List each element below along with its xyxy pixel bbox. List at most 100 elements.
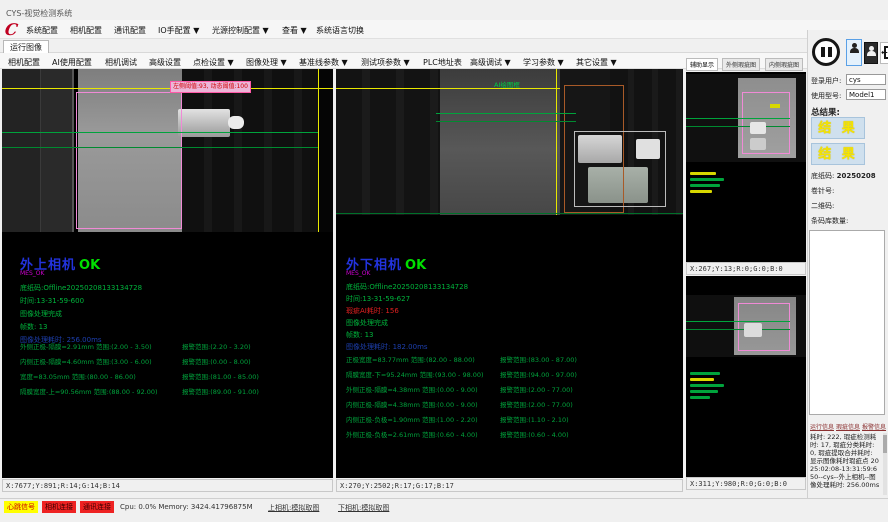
menu-light-config[interactable]: 光源控制配置 ▼: [212, 25, 269, 36]
measurement-row: 内侧正极-负极=1.90mm 范围:(1.00 - 2.20) 报警范围:(1.…: [336, 414, 683, 424]
result-box-lower: 结 果: [811, 143, 865, 165]
tiny-text-line: [690, 396, 710, 399]
measurement-alarm: 报警范围:(83.00 - 87.00): [500, 354, 577, 364]
pause-button[interactable]: [812, 38, 840, 66]
right-time: 时间:13-31-59-627: [346, 294, 410, 304]
lower-camera-mode[interactable]: 下相机:模拟取图: [338, 503, 389, 513]
yellow-guide-vline: [318, 69, 319, 232]
tool-other-config[interactable]: 其它设置 ▼: [576, 57, 617, 68]
tool-spot-check[interactable]: 点检设置 ▼: [193, 57, 234, 68]
aux-bottom-image: [686, 295, 806, 357]
tool-camera-config[interactable]: 相机配置: [8, 57, 40, 68]
tool-plc-table[interactable]: PLC地址表: [423, 57, 462, 68]
measurement-alarm: 报警范围:(2.20 - 3.20): [182, 341, 251, 351]
aux-tab-inner[interactable]: 内侧瑕疵图: [765, 58, 803, 71]
right-paper-code: 底纸码:Offline20250208133134728: [346, 282, 468, 292]
right-ok-badge: OK: [405, 258, 426, 273]
aux-top-view[interactable]: [686, 72, 806, 262]
yellow-guide-hline: [336, 88, 560, 89]
tool-advanced-config[interactable]: 高级设置: [149, 57, 181, 68]
measurement-alarm: 报警范围:(0.60 - 4.00): [500, 429, 569, 439]
login-user-field[interactable]: cys: [846, 74, 886, 85]
left-view-statusbar: X:7677;Y:891;R:14;G:14;B:14: [2, 479, 333, 492]
menu-language-switch[interactable]: 系统语言切换: [316, 25, 364, 36]
measurement-value: 外侧正极-隔膜=2.91mm 范围:(2.00 - 3.50): [20, 341, 152, 351]
comm-link-badge: 通讯连接: [80, 501, 114, 513]
measurement-value: 正极宽度=83.77mm 范围:(82.00 - 88.00): [346, 354, 475, 364]
heartbeat-badge: 心跳信号: [4, 501, 38, 513]
right-process-done: 图像处理完成: [346, 318, 388, 328]
result-box-upper: 结 果: [811, 117, 865, 139]
title-bar: CYS-视觉检测系统: [0, 0, 888, 20]
left-time: 时间:13-31-59-600: [20, 296, 84, 306]
aux-bottom-statusbar: X:311;Y:980;R:0;G:0;B:0: [686, 477, 806, 490]
tiny-text-line: [690, 190, 712, 193]
tiny-text-line: [690, 384, 724, 387]
logout-button[interactable]: ←: [880, 42, 888, 64]
right-view-statusbar: X:270;Y:2502;R:17;G:17;B:17: [336, 479, 683, 492]
menu-bar: C 系统配置 相机配置 通讯配置 IO手配置 ▼ 光源控制配置 ▼ 查看 ▼ 系…: [0, 20, 888, 39]
measurement-alarm: 报警范围:(81.00 - 85.00): [182, 371, 259, 381]
baseline-green-2: [436, 121, 576, 122]
aux-top-statusbar: X:267;Y:13;R:0;G:0;B:0: [686, 262, 806, 275]
menu-system-config[interactable]: 系统配置: [26, 25, 58, 36]
baseline-green-1: [436, 113, 576, 114]
pause-icon: [821, 47, 825, 57]
info-tab-alarm[interactable]: 报警信息: [862, 422, 886, 431]
right-camera-view[interactable]: AI绘图框 外下相机OK MES_OK 底纸码:Offline202502081…: [336, 69, 683, 478]
left-camera-view[interactable]: 左侧阈值:93, 动态阈值:100 外上相机OK MES_OK 底纸码:Offl…: [2, 69, 333, 478]
info-tab-defect[interactable]: 瑕疵信息: [836, 422, 860, 431]
tool-camera-debug[interactable]: 相机调试: [105, 57, 137, 68]
measurement-value: 隔膜宽度-下=95.24mm 范围:(93.00 - 98.00): [346, 369, 484, 379]
tool-baseline-params[interactable]: 基准线参数 ▼: [299, 57, 348, 68]
admin-user-button[interactable]: [864, 42, 878, 64]
aux-tab-strip: 辅助显示 外侧瑕疵图 内侧瑕疵图: [686, 56, 806, 70]
tool-image-process[interactable]: 图像处理 ▼: [246, 57, 287, 68]
right-camera-image: AI绘图框: [336, 69, 683, 215]
baseline-green-2: [2, 147, 318, 148]
aux-bottom-view[interactable]: [686, 276, 806, 477]
measurement-row: 外侧正极-隔膜=4.38mm 范围:(0.00 - 9.00) 报警范围:(2.…: [336, 384, 683, 394]
baseline-green-bottom: [336, 213, 683, 214]
measurement-alarm: 报警范围:(2.00 - 77.00): [500, 399, 573, 409]
info-tab-run[interactable]: 运行信息: [810, 422, 834, 431]
barcode-count-label: 条码库数量:: [811, 216, 848, 226]
aux-tab-outer[interactable]: 外侧瑕疵图: [722, 58, 760, 71]
measurement-alarm: 报警范围:(2.00 - 77.00): [500, 384, 573, 394]
camera-link-badge: 相机连接: [42, 501, 76, 513]
user-icon: [850, 43, 858, 51]
tiny-text-line: [690, 172, 716, 175]
upper-camera-mode[interactable]: 上相机:模拟取图: [268, 503, 319, 513]
window-statusbar: 心跳信号 相机连接 通讯连接 Cpu: 0.0% Memory: 3424.41…: [0, 498, 888, 515]
menu-camera-config[interactable]: 相机配置: [70, 25, 102, 36]
paper-code-label: 底纸码: 20250208: [811, 171, 876, 181]
tool-ai-config[interactable]: AI使用配置: [52, 57, 92, 68]
tool-advanced-debug[interactable]: 高级调试 ▼: [470, 57, 511, 68]
operator-user-button[interactable]: [846, 39, 862, 66]
paper-code-value: 20250208: [837, 172, 876, 180]
model-field[interactable]: Model1: [846, 89, 886, 100]
cpu-memory-text: Cpu: 0.0% Memory: 3424.41796875M: [120, 503, 253, 511]
menu-comm-config[interactable]: 通讯配置: [114, 25, 146, 36]
measurement-value: 外侧正极-隔膜=4.38mm 范围:(0.00 - 9.00): [346, 384, 478, 394]
measurement-row: 内侧正极-隔膜=4.60mm 范围:(3.00 - 6.00) 报警范围:(0.…: [2, 356, 333, 366]
threshold-overlay-label: 左侧阈值:93, 动态阈值:100: [170, 81, 251, 93]
measurement-row: 宽度=83.05mm 范围:(80.00 - 86.00) 报警范围:(81.0…: [2, 371, 333, 381]
left-ok-badge: OK: [79, 258, 100, 273]
measurement-row: 外侧正极-隔膜=2.91mm 范围:(2.00 - 3.50) 报警范围:(2.…: [2, 341, 333, 351]
measurement-row: 隔膜宽度-下=95.24mm 范围:(93.00 - 98.00) 报警范围:(…: [336, 369, 683, 379]
log-scrollbar[interactable]: [883, 433, 887, 495]
measurement-row: 正极宽度=83.77mm 范围:(82.00 - 88.00) 报警范围:(83…: [336, 354, 683, 364]
menu-view[interactable]: 查看 ▼: [282, 25, 307, 36]
tool-learn-params[interactable]: 学习参数 ▼: [523, 57, 564, 68]
measurement-value: 内侧正极-隔膜=4.60mm 范围:(3.00 - 6.00): [20, 356, 152, 366]
measurement-alarm: 报警范围:(94.00 - 97.00): [500, 369, 577, 379]
qr-code-label: 二维码:: [811, 201, 834, 211]
measurement-value: 内侧正极-隔膜=4.38mm 范围:(0.00 - 9.00): [346, 399, 478, 409]
tool-test-params[interactable]: 测试项参数 ▼: [361, 57, 410, 68]
tiny-text-line: [690, 390, 718, 393]
aux-tab-assist[interactable]: 辅助显示: [686, 58, 718, 71]
result-listbox[interactable]: [809, 230, 885, 415]
measurement-alarm: 报警范围:(0.00 - 8.00): [182, 356, 251, 366]
menu-io-config[interactable]: IO手配置 ▼: [158, 25, 199, 36]
